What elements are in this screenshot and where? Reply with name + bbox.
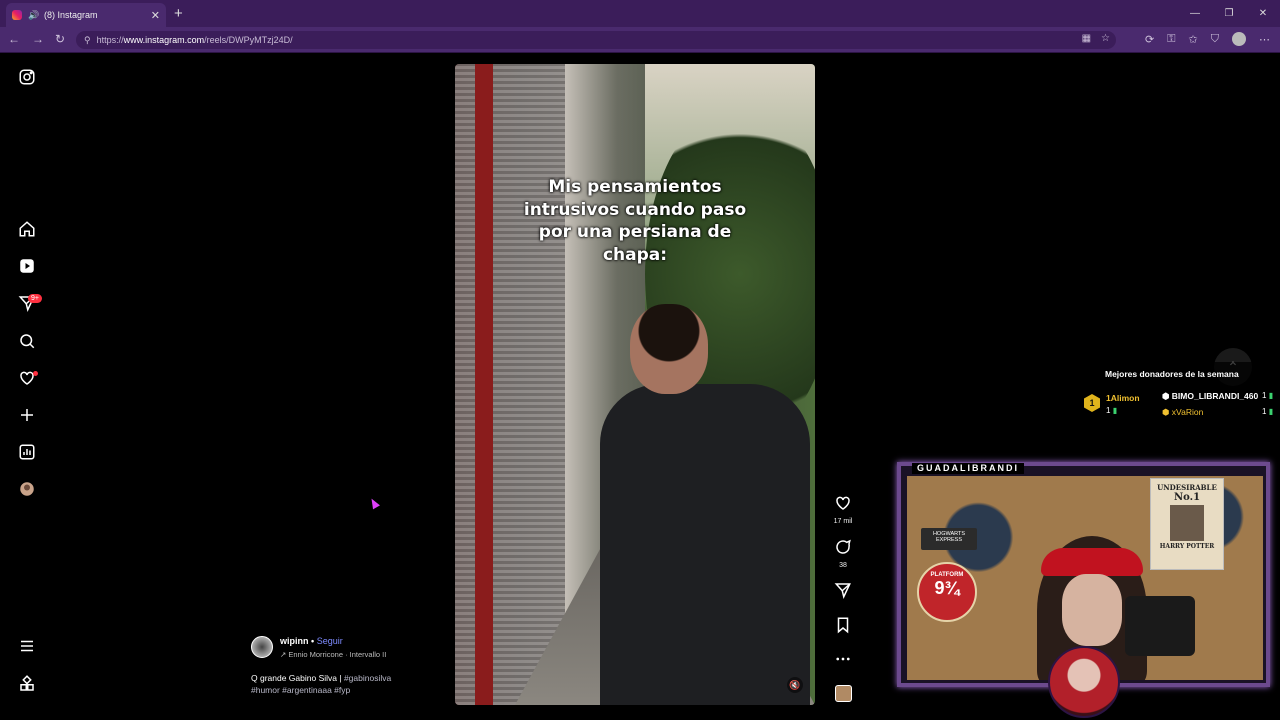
like-button[interactable]: 17 mil xyxy=(828,494,858,525)
shield-lock-icon[interactable]: ⚿ xyxy=(1167,33,1175,46)
separator-dot: • xyxy=(311,636,315,646)
reels-icon[interactable] xyxy=(17,256,37,276)
like-heart-icon xyxy=(836,496,850,510)
microphone xyxy=(1125,596,1195,656)
audio-thumbnail[interactable] xyxy=(835,685,852,702)
instagram-favicon-icon xyxy=(12,10,22,20)
sidebar: 9+ xyxy=(0,54,54,720)
audio-line[interactable]: ↗ Ennio Morricone · Intervallo II xyxy=(280,650,386,659)
hogwarts-sign: HOGWARTS EXPRESS xyxy=(921,528,977,550)
create-plus-icon[interactable] xyxy=(17,405,37,425)
red-pillar xyxy=(475,64,493,705)
donor-3: ⬢ xVaRion xyxy=(1162,407,1204,417)
share-button[interactable] xyxy=(828,581,858,604)
browser-titlebar: 🔊 (8) Instagram ✕ + — ❐ ✕ xyxy=(0,0,1280,27)
comment-icon xyxy=(836,539,851,554)
new-tab-icon[interactable]: + xyxy=(174,5,183,22)
post-description: Q grande Gabino Silva | #gabinosilva #hu… xyxy=(251,673,392,695)
comment-button[interactable]: 38 xyxy=(828,538,858,569)
shield-icon[interactable]: ⛉ xyxy=(1211,33,1219,46)
dashboard-icon[interactable] xyxy=(17,442,37,462)
tab-close-icon[interactable]: ✕ xyxy=(151,9,160,22)
ellipsis-icon xyxy=(836,657,850,661)
donor-3-count: 1 ▮ xyxy=(1262,407,1274,416)
reel-video[interactable]: Mis pensamientos intrusivos cuando paso … xyxy=(455,64,815,705)
donor-2: ⬢ BIMO_LIBRANDI_460 xyxy=(1162,391,1259,401)
apps-icon[interactable]: ▦ xyxy=(1082,33,1091,44)
author-avatar[interactable] xyxy=(251,636,273,658)
platform-sign: PLATFORM 9¾ xyxy=(917,562,977,622)
minimize-icon[interactable]: — xyxy=(1178,0,1212,27)
follow-button[interactable]: Seguir xyxy=(317,636,343,646)
streamer-name-label: GUADALIBRANDI xyxy=(912,463,1024,474)
home-icon[interactable] xyxy=(17,219,37,239)
notification-dot xyxy=(33,371,38,376)
mute-icon[interactable]: 🔇 xyxy=(787,677,803,693)
gold-medal-icon: 1 xyxy=(1084,394,1100,412)
author-username[interactable]: wipinn xyxy=(280,636,309,646)
comment-count: 38 xyxy=(839,562,847,569)
hashtags[interactable]: #humor #argentinaaa #fyp xyxy=(251,685,350,695)
person-figure xyxy=(600,304,810,705)
window-close-icon[interactable]: ✕ xyxy=(1246,0,1280,27)
search-icon[interactable] xyxy=(17,331,37,351)
tab-title: (8) Instagram xyxy=(44,10,98,20)
star-icon[interactable]: ☆ xyxy=(1101,33,1110,44)
extensions-bar: ⟳ ⚿ ✩ ⛉ ⋯ xyxy=(1145,32,1270,46)
reel-caption: Mis pensamientos intrusivos cuando paso … xyxy=(523,177,747,265)
browser-tab[interactable]: 🔊 (8) Instagram ✕ xyxy=(6,3,166,27)
window-controls: — ❐ ✕ xyxy=(1178,0,1280,27)
share-icon xyxy=(834,583,851,599)
author-line: wipinn • Seguir xyxy=(280,636,343,646)
forward-icon[interactable]: → xyxy=(32,32,44,46)
instagram-page: 9+ Mis pensamientos intrusivos cuando pa… xyxy=(0,54,1280,720)
notification-badge: 9+ xyxy=(28,294,42,303)
extension-icon[interactable]: ⟳ xyxy=(1145,33,1154,46)
more-options-button[interactable] xyxy=(828,650,858,673)
bookmark-icon xyxy=(837,617,849,634)
restore-icon[interactable]: ❐ xyxy=(1212,0,1246,27)
wanted-poster: UNDESIRABLE No.1 HARRY POTTER xyxy=(1150,478,1224,570)
url-text: https://www.instagram.com/reels/DWPyMTzj… xyxy=(96,35,293,45)
mouse-cursor xyxy=(368,496,380,510)
reload-icon[interactable]: ↻ xyxy=(55,32,65,46)
audio-title: Ennio Morricone · Intervallo II xyxy=(288,650,387,659)
browser-toolbar: ← → ↻ ⚲ https://www.instagram.com/reels/… xyxy=(0,27,1280,53)
more-menu-icon[interactable]: ⋯ xyxy=(1259,33,1270,46)
metal-shutter xyxy=(455,64,565,705)
streamer-avatar xyxy=(1048,646,1120,718)
save-button[interactable] xyxy=(828,616,858,639)
donor-1-count: 1 ▮ xyxy=(1106,406,1118,415)
back-icon[interactable]: ← xyxy=(8,32,20,46)
more-menu-icon[interactable] xyxy=(17,636,37,656)
donors-title: Mejores donadores de la semana xyxy=(1105,369,1239,379)
site-info-icon[interactable]: ⚲ xyxy=(84,35,91,46)
profile-avatar[interactable] xyxy=(1232,32,1246,46)
address-bar-actions: ▦ ☆ xyxy=(1082,33,1110,44)
address-bar[interactable]: ⚲ https://www.instagram.com/reels/DWPyMT… xyxy=(76,31,1116,49)
instagram-logo-icon[interactable] xyxy=(17,67,37,87)
donor-1: 1Alimon xyxy=(1106,393,1140,403)
favorites-icon[interactable]: ✩ xyxy=(1189,33,1198,46)
donor-2-count: 1 ▮ xyxy=(1262,391,1274,400)
speaker-icon[interactable]: 🔊 xyxy=(28,10,39,20)
also-from-meta-icon[interactable] xyxy=(17,674,37,694)
like-count: 17 mil xyxy=(833,518,853,525)
profile-avatar-icon[interactable] xyxy=(17,479,37,499)
donors-overlay: Mejores donadores de la semana 1 1Alimon… xyxy=(1078,362,1280,422)
